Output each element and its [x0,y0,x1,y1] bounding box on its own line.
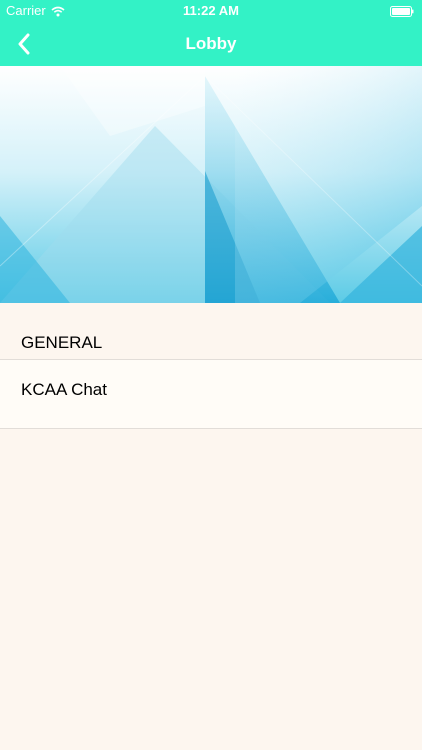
status-bar: Carrier 11:22 AM [0,0,422,22]
list-item-kcaa-chat[interactable]: KCAA Chat [0,360,422,429]
status-time: 11:22 AM [183,3,239,18]
list-item-label: KCAA Chat [21,380,107,399]
battery-icon [390,6,414,17]
navigation-bar: Lobby [0,22,422,66]
top-bar: Carrier 11:22 AM Lobby [0,0,422,66]
page-title: Lobby [185,34,237,53]
banner-image [0,66,422,303]
section-header-label: GENERAL [21,333,103,352]
section-header-general: GENERAL [0,303,422,360]
